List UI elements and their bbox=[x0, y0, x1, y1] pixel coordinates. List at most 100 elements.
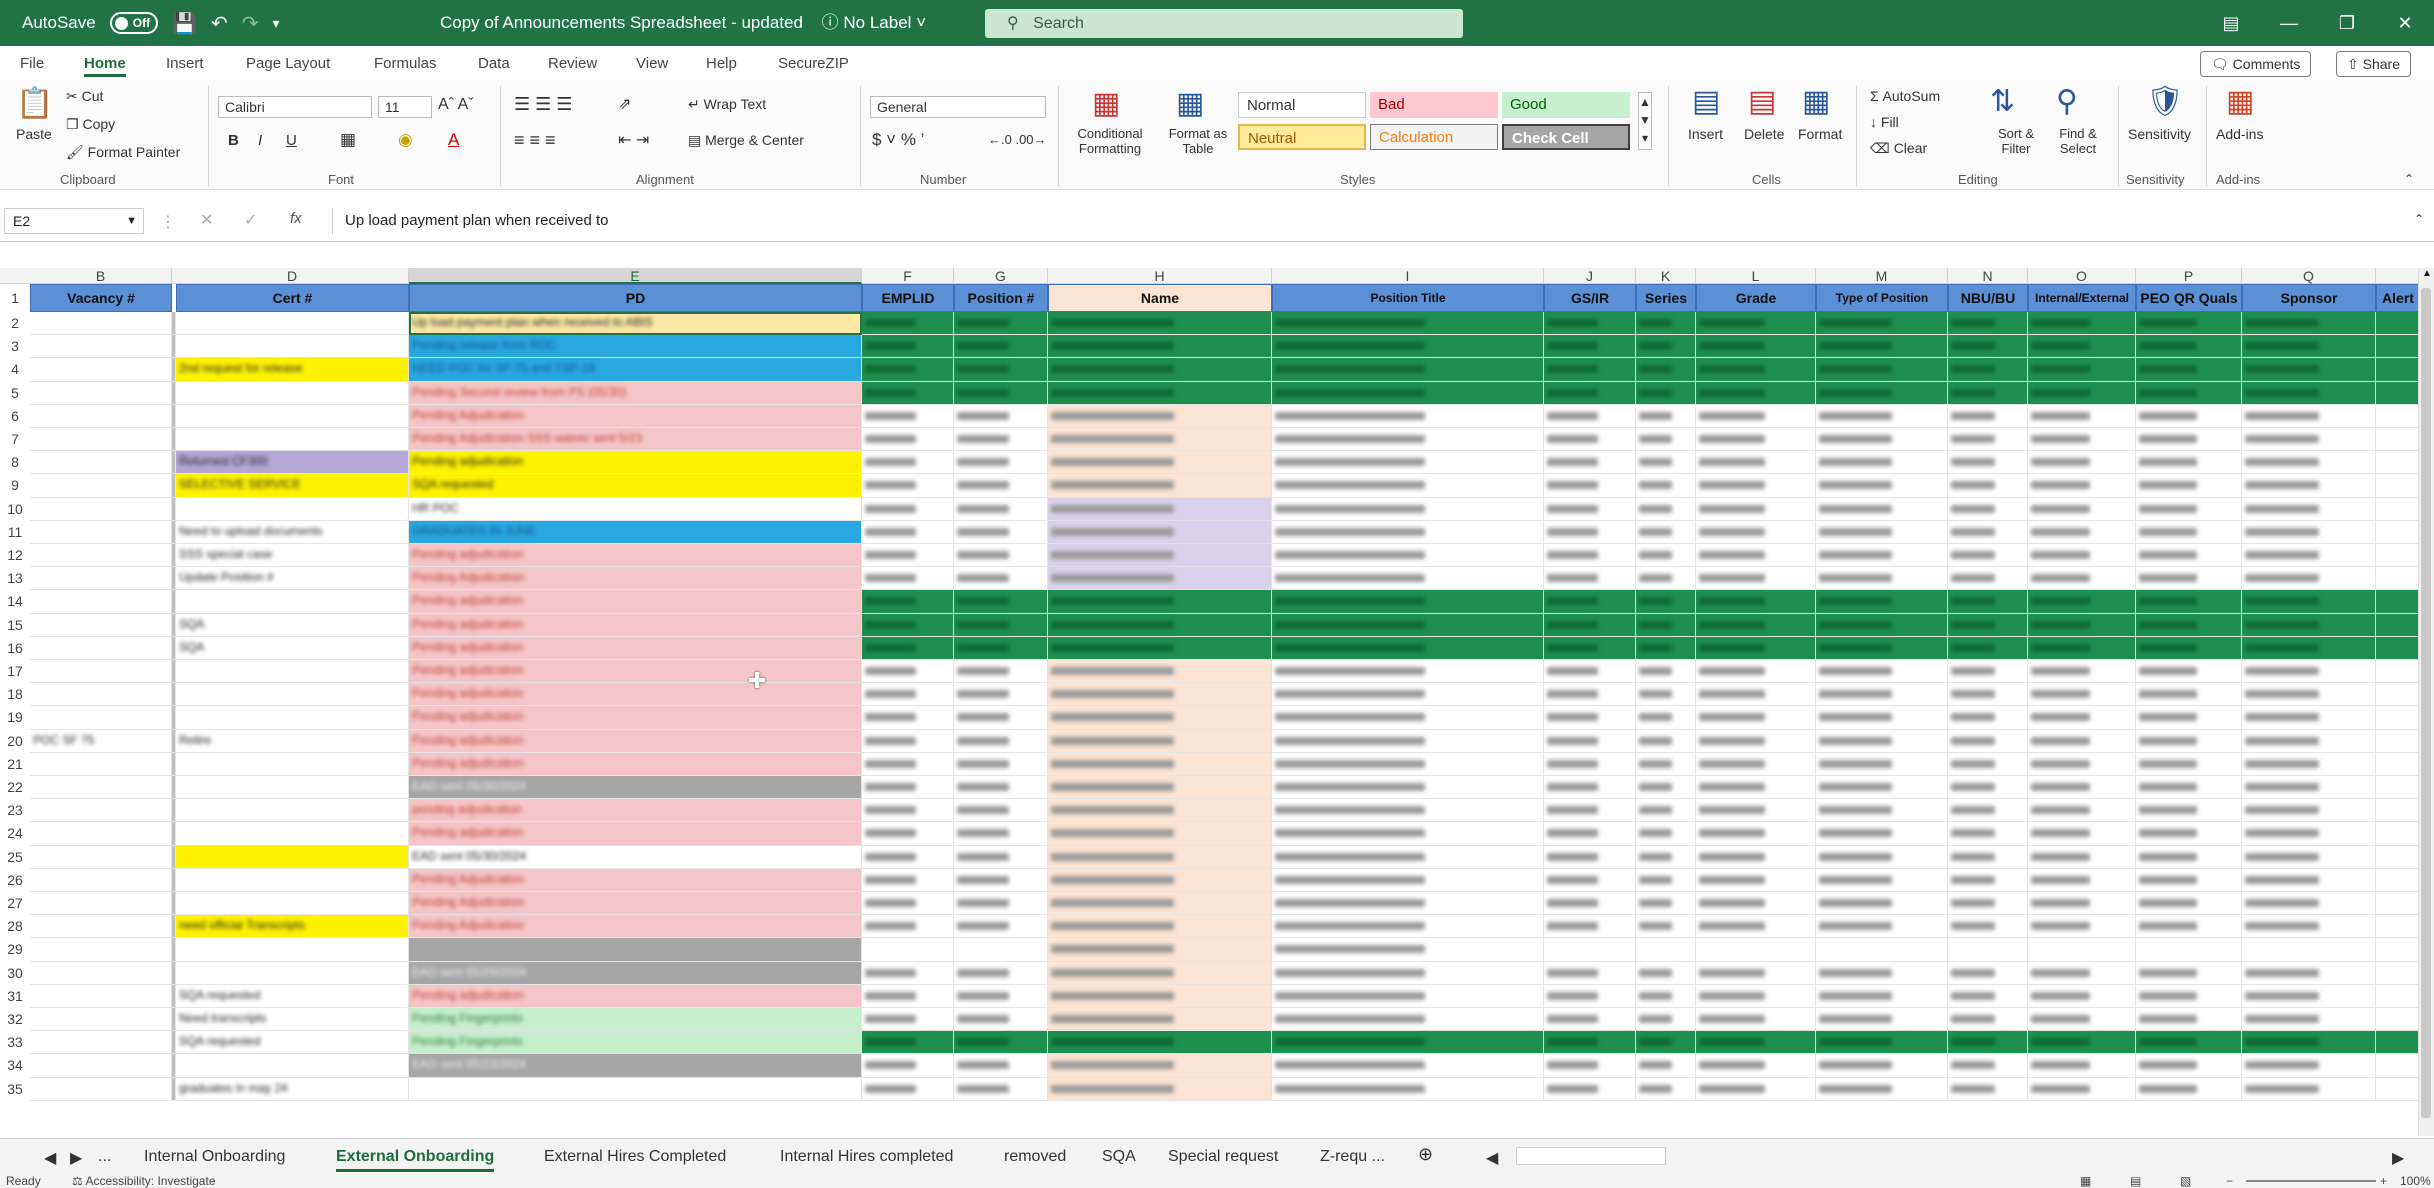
cell[interactable] bbox=[30, 1008, 172, 1032]
restore-icon[interactable]: ❐ bbox=[2318, 0, 2376, 46]
tab-removed[interactable]: removed bbox=[1004, 1148, 1066, 1166]
cell[interactable]: SQA requested bbox=[409, 474, 862, 498]
cell[interactable] bbox=[2136, 776, 2242, 800]
cell[interactable] bbox=[2028, 335, 2136, 359]
cell[interactable] bbox=[1636, 938, 1696, 962]
cell[interactable] bbox=[1048, 892, 1272, 916]
cell[interactable] bbox=[2376, 497, 2420, 521]
cell[interactable] bbox=[1696, 520, 1816, 544]
cell[interactable] bbox=[1048, 938, 1272, 962]
column-letter-q[interactable]: Q bbox=[2242, 268, 2376, 284]
cell[interactable] bbox=[1272, 1054, 1544, 1078]
column-letter-o[interactable]: O bbox=[2028, 268, 2136, 284]
insert-cells-icon[interactable]: ▤ bbox=[1692, 84, 1720, 119]
cell[interactable] bbox=[2028, 613, 2136, 637]
cell[interactable] bbox=[1272, 706, 1544, 730]
cell[interactable] bbox=[2136, 1054, 2242, 1078]
insert-cells-button[interactable]: Insert bbox=[1688, 126, 1723, 142]
column-header[interactable]: EMPLID bbox=[862, 284, 954, 312]
ribbon-display-icon[interactable]: ▤ bbox=[2202, 0, 2260, 46]
cell[interactable] bbox=[1636, 776, 1696, 800]
row-number[interactable]: 24 bbox=[0, 822, 30, 845]
formula-input[interactable]: Up load payment plan when received to bbox=[332, 208, 2392, 234]
cell[interactable] bbox=[1636, 474, 1696, 498]
vertical-scrollbar[interactable]: ▲ bbox=[2418, 268, 2434, 1136]
cell[interactable] bbox=[954, 1054, 1048, 1078]
cell[interactable] bbox=[1948, 590, 2028, 614]
row-number[interactable]: 9 bbox=[0, 474, 30, 497]
cell[interactable] bbox=[1948, 845, 2028, 869]
cell[interactable] bbox=[1816, 358, 1948, 382]
cell[interactable] bbox=[862, 567, 954, 591]
cell[interactable] bbox=[1544, 567, 1636, 591]
cell[interactable]: Pending Adjudication bbox=[409, 868, 862, 892]
cell[interactable] bbox=[1048, 799, 1272, 823]
cell[interactable] bbox=[2028, 1031, 2136, 1055]
cell[interactable] bbox=[1048, 358, 1272, 382]
cell[interactable]: Pending adjudication bbox=[409, 451, 862, 475]
cell[interactable] bbox=[1544, 845, 1636, 869]
cell[interactable] bbox=[2028, 961, 2136, 985]
label-status[interactable]: No Label bbox=[843, 13, 911, 32]
cell[interactable] bbox=[1816, 915, 1948, 939]
cell[interactable] bbox=[2136, 961, 2242, 985]
cell[interactable] bbox=[30, 776, 172, 800]
autosave-toggle[interactable]: Off bbox=[109, 12, 159, 34]
cell[interactable] bbox=[1636, 312, 1696, 336]
cell[interactable] bbox=[1272, 984, 1544, 1008]
fill-color-icon[interactable]: ◉ bbox=[398, 130, 413, 150]
cell[interactable] bbox=[954, 544, 1048, 568]
cell[interactable] bbox=[2242, 938, 2376, 962]
tab-securezip[interactable]: SecureZIP bbox=[778, 55, 849, 72]
cell[interactable] bbox=[1948, 520, 2028, 544]
cell[interactable] bbox=[1636, 497, 1696, 521]
cell[interactable] bbox=[954, 683, 1048, 707]
cell[interactable] bbox=[2242, 683, 2376, 707]
cell[interactable] bbox=[1696, 776, 1816, 800]
cell[interactable] bbox=[2028, 799, 2136, 823]
column-header[interactable]: Sponsor bbox=[2242, 284, 2376, 312]
cell[interactable] bbox=[1948, 404, 2028, 428]
cell[interactable] bbox=[1048, 1054, 1272, 1078]
format-as-table-button[interactable]: Format as Table bbox=[1160, 126, 1236, 156]
cell[interactable] bbox=[2028, 868, 2136, 892]
cell[interactable] bbox=[1272, 358, 1544, 382]
row-number[interactable]: 34 bbox=[0, 1054, 30, 1077]
cell[interactable] bbox=[1544, 497, 1636, 521]
cell[interactable] bbox=[1816, 961, 1948, 985]
cell[interactable] bbox=[2376, 822, 2420, 846]
cell[interactable]: Need transcripts bbox=[176, 1008, 409, 1032]
cell[interactable] bbox=[2242, 729, 2376, 753]
cell[interactable] bbox=[2376, 590, 2420, 614]
cell[interactable] bbox=[1948, 451, 2028, 475]
save-icon[interactable]: 💾 bbox=[172, 11, 197, 36]
format-painter-button[interactable]: 🖌 Format Painter bbox=[66, 144, 180, 161]
cell[interactable] bbox=[1544, 474, 1636, 498]
more-sheets-icon[interactable]: ... bbox=[98, 1148, 111, 1166]
cell[interactable] bbox=[1272, 567, 1544, 591]
cell[interactable] bbox=[1636, 660, 1696, 684]
cell[interactable] bbox=[30, 868, 172, 892]
column-header[interactable]: Vacancy # bbox=[30, 284, 172, 312]
cell[interactable] bbox=[30, 961, 172, 985]
row-number[interactable]: 33 bbox=[0, 1031, 30, 1054]
cell[interactable] bbox=[862, 1031, 954, 1055]
cell[interactable] bbox=[1816, 520, 1948, 544]
cell[interactable] bbox=[1948, 729, 2028, 753]
cell[interactable] bbox=[1948, 799, 2028, 823]
cell[interactable] bbox=[954, 868, 1048, 892]
cell[interactable] bbox=[1816, 381, 1948, 405]
cell[interactable]: SELECTIVE SERVICE bbox=[176, 474, 409, 498]
cell[interactable] bbox=[954, 729, 1048, 753]
cell[interactable] bbox=[862, 799, 954, 823]
cell[interactable] bbox=[862, 683, 954, 707]
column-letter-m[interactable]: M bbox=[1816, 268, 1948, 284]
cell[interactable]: GRADUATES IN JUNE bbox=[409, 520, 862, 544]
cell[interactable] bbox=[1816, 683, 1948, 707]
normal-view-icon[interactable]: ▦ bbox=[2080, 1174, 2091, 1188]
cell[interactable]: Pending Fingerprints bbox=[409, 1031, 862, 1055]
cell[interactable] bbox=[1048, 567, 1272, 591]
cell[interactable]: SQA bbox=[176, 636, 409, 660]
cell[interactable] bbox=[1636, 729, 1696, 753]
cell[interactable] bbox=[1272, 613, 1544, 637]
